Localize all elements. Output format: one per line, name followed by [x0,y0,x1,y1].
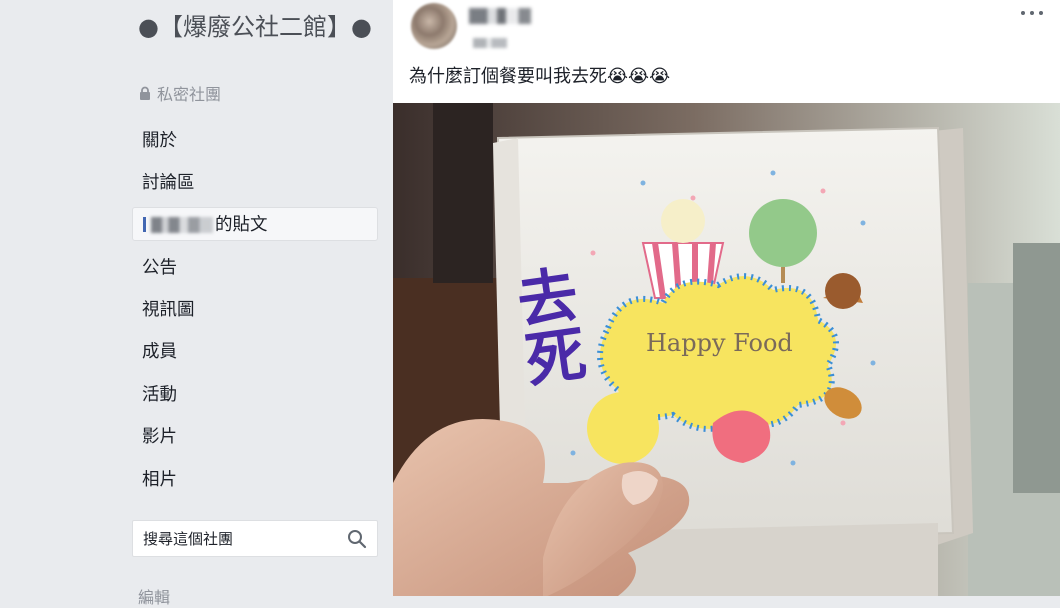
post-timestamp-blurred[interactable] [473,38,507,48]
sidebar-item-members[interactable]: 成員 [132,334,378,368]
group-sidebar: ●【爆廢公社二館】● 私密社團 關於 討論區 的貼文 公告 視訊圖 成員 活動 … [0,0,392,607]
blurred-username [151,217,213,234]
sidebar-item-label: 影片 [142,427,177,448]
sidebar-item-label: 視訊圖 [142,300,195,321]
background-frame-right [1013,243,1060,493]
privacy-text: 私密社團 [157,85,222,104]
author-avatar[interactable] [411,3,457,49]
sidebar-item-label: 成員 [142,342,177,363]
sidebar-item-label: 關於 [142,130,177,151]
sidebar-item-photos[interactable]: 相片 [132,461,378,495]
post-card: 為什麼訂個餐要叫我去死😭😭😭 Happy Food 去死 [393,0,1060,596]
box-logo-text: Happy Food [646,329,793,357]
sidebar-item-label: 的貼文 [143,211,268,236]
sidebar-item-label: 公告 [142,257,177,278]
lock-icon [140,86,150,100]
group-search-input[interactable] [133,520,347,557]
group-nav: 關於 討論區 的貼文 公告 視訊圖 成員 活動 影片 相片 [132,122,378,504]
post-text: 為什麼訂個餐要叫我去死😭😭😭 [409,66,671,87]
privacy-label: 私密社團 [138,81,221,105]
more-icon[interactable] [1018,4,1046,22]
sidebar-item-your-posts[interactable]: 的貼文 [132,206,378,241]
sidebar-item-announcements[interactable]: 公告 [132,249,378,283]
sidebar-item-label: 相片 [142,469,177,490]
sidebar-item-discussion[interactable]: 討論區 [132,164,378,198]
sidebar-item-video-chat[interactable]: 視訊圖 [132,292,378,326]
photo-scene: Happy Food 去死 [393,103,1060,596]
post-photo[interactable]: Happy Food 去死 [393,103,1060,596]
sidebar-section-label: 編輯 [138,588,171,607]
group-search [132,520,378,557]
sidebar-item-videos[interactable]: 影片 [132,419,378,453]
group-title[interactable]: ●【爆廢公社二館】● [138,12,378,43]
background-curtain [433,103,493,283]
sidebar-item-about[interactable]: 關於 [132,122,378,156]
sidebar-item-label: 活動 [142,384,177,405]
sidebar-item-events[interactable]: 活動 [132,376,378,410]
author-name-blurred[interactable] [469,8,531,24]
sidebar-item-label-text: 的貼文 [215,215,268,236]
search-icon[interactable] [347,529,367,549]
sidebar-item-label: 討論區 [142,172,195,193]
yellow-cloud-character [587,392,659,464]
